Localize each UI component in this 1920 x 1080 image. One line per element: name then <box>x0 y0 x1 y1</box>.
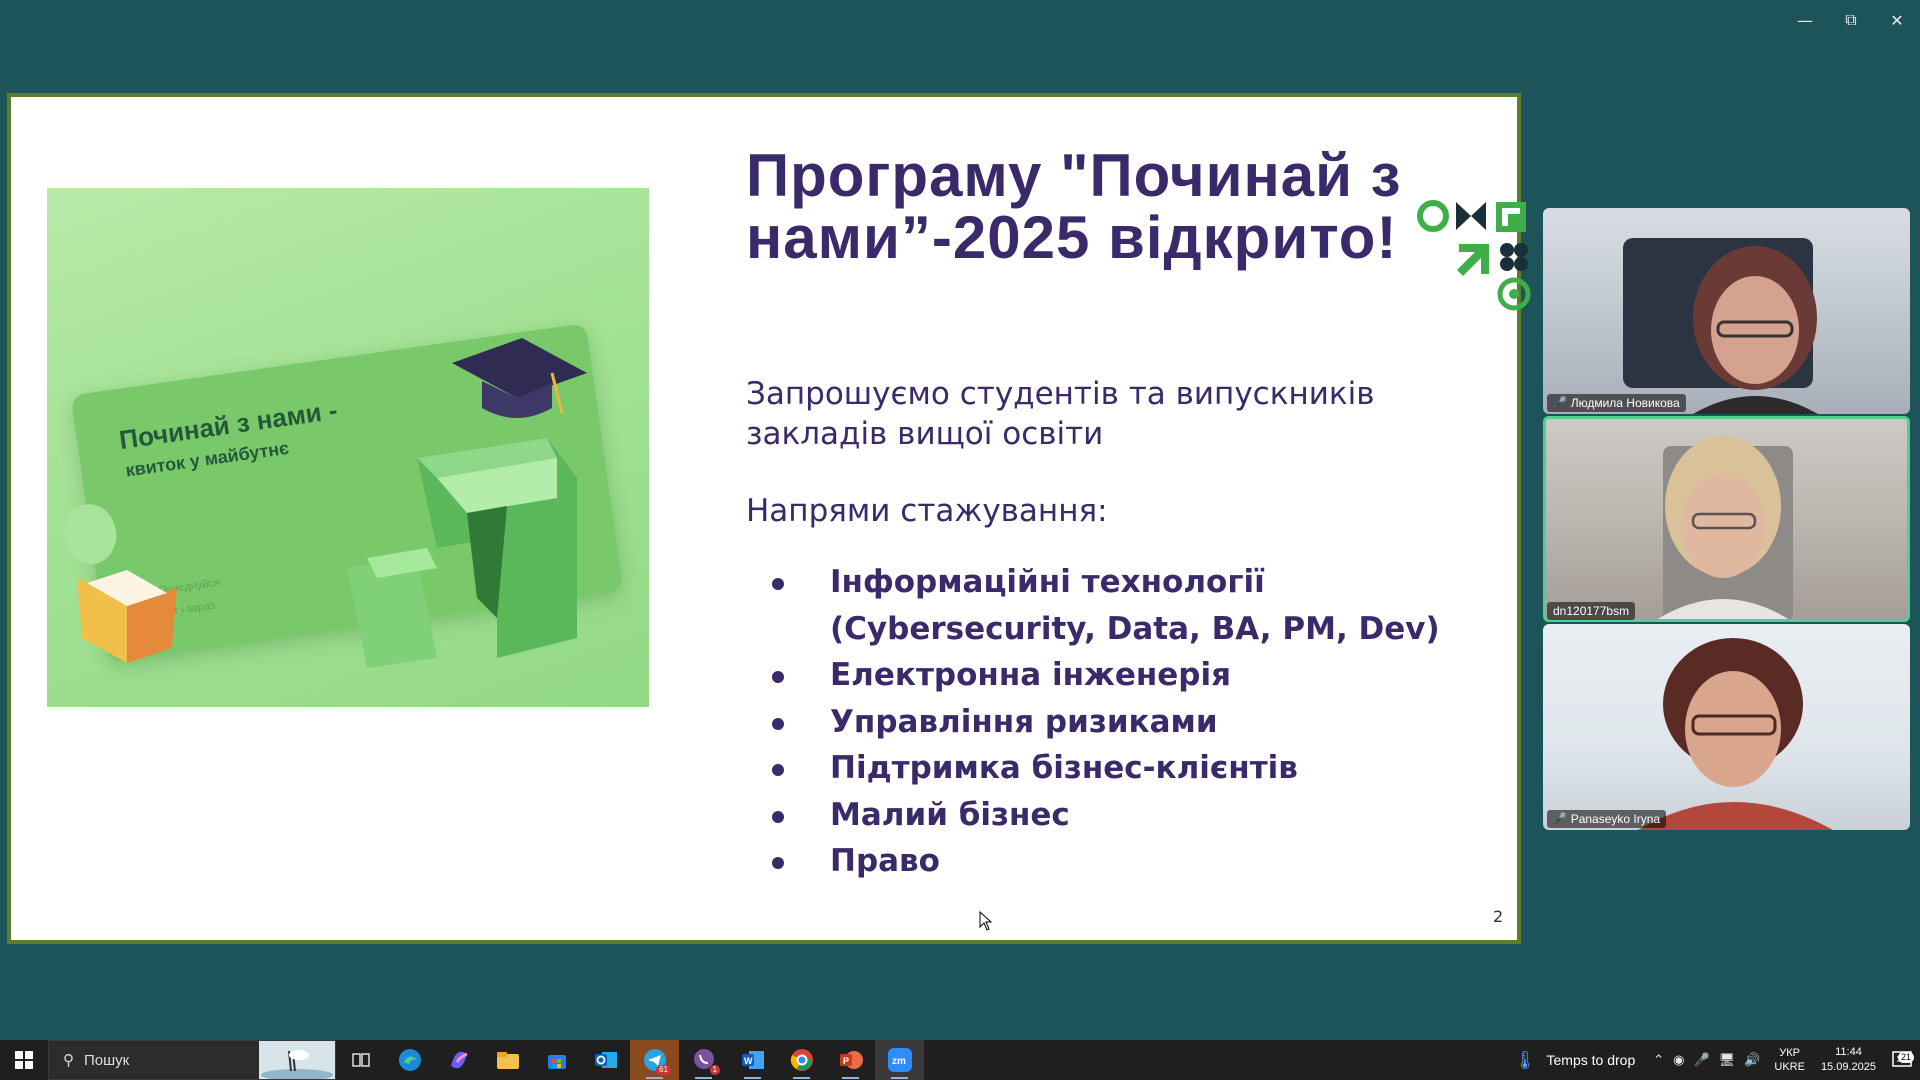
mouse-cursor-icon <box>979 911 993 931</box>
slide-title: Програму "Починай з нами”-2025 відкрито! <box>746 142 1402 271</box>
windows-start-icon[interactable] <box>0 1040 48 1080</box>
telegram-icon[interactable]: 61 <box>630 1040 679 1080</box>
participant-tile[interactable]: 🎤 Panaseyko Iryna <box>1543 624 1910 830</box>
chrome-icon[interactable] <box>777 1040 826 1080</box>
participant-tile-active-speaker[interactable]: dn120177bsm <box>1543 416 1910 622</box>
outlook-icon[interactable] <box>581 1040 630 1080</box>
minimize-icon[interactable]: — <box>1782 0 1828 40</box>
thermometer-icon: 🌡 <box>1513 1049 1537 1070</box>
slide-promo-image: Починай з нами - квиток у майбутнє Приєд… <box>47 188 649 707</box>
participant-video-icon <box>1638 638 1833 830</box>
direction-item: Підтримка бізнес-клієнтів <box>770 745 1490 792</box>
volume-icon[interactable]: 🔊 <box>1744 1052 1760 1068</box>
muted-mic-icon: 🎤 <box>1553 813 1567 825</box>
svg-text:W: W <box>744 1056 753 1066</box>
microsoft-store-icon[interactable] <box>532 1040 581 1080</box>
direction-item: Управління ризиками <box>770 699 1490 746</box>
chevron-up-icon[interactable]: ⌃ <box>1653 1052 1664 1068</box>
microphone-icon[interactable]: 🎤 <box>1693 1052 1709 1068</box>
viber-unread-badge: 1 <box>709 1065 720 1075</box>
tray-icons: ⌃ ◉ 🎤 🖥 🔊 <box>1647 1052 1766 1068</box>
zoom-icon[interactable]: zm <box>875 1040 924 1080</box>
system-clock[interactable]: 11:44 15.09.2025 <box>1813 1045 1884 1075</box>
bank-logo-3d-icon <box>347 438 577 668</box>
taskbar: ⚲ Пошук 61 1 W P zm 🌡 Temps to drop ⌃ ◉ … <box>0 1040 1920 1080</box>
participant-name-label: 🎤 Panaseyko Iryna <box>1547 810 1667 828</box>
directions-label: Напрями стажування: <box>746 493 1108 529</box>
network-icon[interactable]: 🖥 <box>1719 1052 1736 1068</box>
participant-video-icon <box>1623 238 1818 414</box>
direction-item: Право <box>770 838 1490 885</box>
edge-icon[interactable] <box>385 1040 434 1080</box>
slide-intro: Запрошуємо студентів та випускників закл… <box>746 376 1375 452</box>
camera-in-use-icon[interactable]: ◉ <box>1673 1052 1684 1068</box>
search-icon: ⚲ <box>63 1052 74 1069</box>
close-icon[interactable]: ✕ <box>1874 0 1920 40</box>
book-icon <box>77 570 177 663</box>
weather-widget[interactable]: 🌡 Temps to drop <box>1502 1050 1648 1071</box>
file-explorer-icon[interactable] <box>483 1040 532 1080</box>
notification-count-badge: 21 <box>1897 1052 1914 1063</box>
search-highlight-decoration-icon <box>259 1041 335 1079</box>
muted-mic-icon: 🎤 <box>1553 397 1567 409</box>
participant-name-label: 🎤 Людмила Новикова <box>1547 394 1686 412</box>
direction-item: Малий бізнес <box>770 792 1490 839</box>
viber-icon[interactable]: 1 <box>679 1040 728 1080</box>
direction-item: Електронна інженерія <box>770 652 1490 699</box>
copilot-icon[interactable] <box>434 1040 483 1080</box>
graduation-cap-icon <box>452 338 587 418</box>
participant-gallery: 🎤 Людмила Новикова dn120177bsm 🎤 Panasey… <box>1543 208 1910 832</box>
notification-center-icon[interactable]: 21 <box>1884 1051 1920 1069</box>
participant-tile[interactable]: 🎤 Людмила Новикова <box>1543 208 1910 414</box>
directions-list: Інформаційні технології (Cybersecurity, … <box>770 559 1490 885</box>
word-icon[interactable]: W <box>728 1040 777 1080</box>
task-view-icon[interactable] <box>336 1040 385 1080</box>
telegram-unread-badge: 61 <box>656 1065 671 1075</box>
participant-video-icon <box>1653 436 1793 622</box>
direction-item: Інформаційні технології (Cybersecurity, … <box>770 559 1490 652</box>
powerpoint-icon[interactable]: P <box>826 1040 875 1080</box>
svg-text:zm: zm <box>892 1056 906 1067</box>
participant-name-label: dn120177bsm <box>1547 602 1636 620</box>
system-tray: 🌡 Temps to drop ⌃ ◉ 🎤 🖥 🔊 УКР UKRE 11:44… <box>1502 1040 1920 1080</box>
restore-icon[interactable]: ⧉ <box>1828 0 1874 40</box>
input-language-indicator[interactable]: УКР UKRE <box>1766 1046 1813 1074</box>
taskbar-search-input[interactable]: ⚲ Пошук <box>48 1040 336 1080</box>
window-controls: — ⧉ ✕ <box>1782 0 1920 40</box>
svg-text:P: P <box>843 1056 849 1066</box>
